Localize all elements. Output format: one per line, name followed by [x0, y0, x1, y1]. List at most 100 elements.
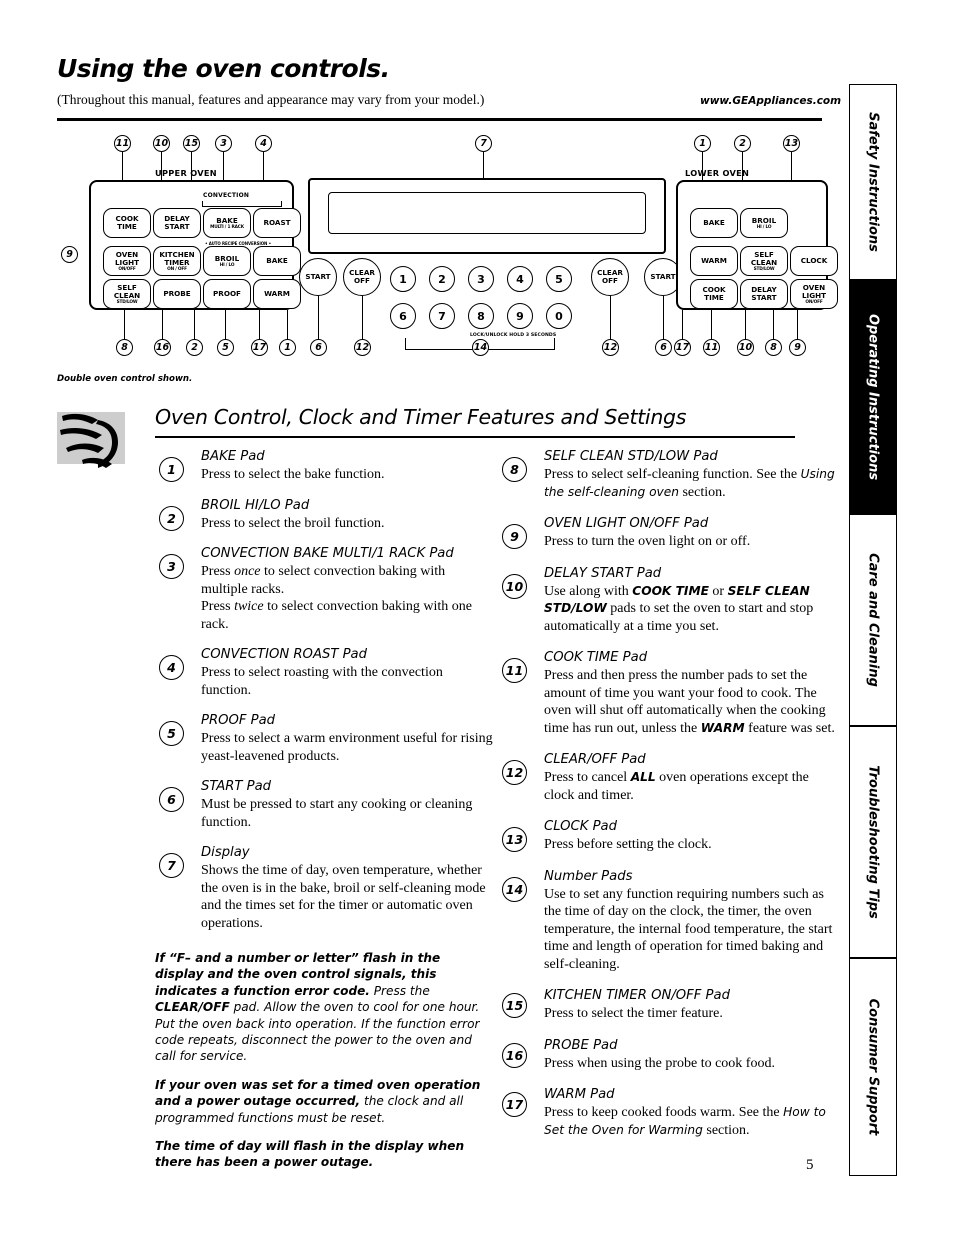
pad-proof[interactable]: PROOF — [203, 279, 251, 309]
pad-convection-bake[interactable]: BAKE MULTI / 1 RACK — [203, 208, 251, 238]
leader-line — [318, 296, 319, 340]
numpad-6[interactable]: 6 — [390, 303, 416, 329]
note-power-outage: If your oven was set for a timed oven op… — [155, 1077, 481, 1125]
feature-title: BROIL HI/LO Pad — [201, 497, 310, 513]
pad-clock[interactable]: CLOCK — [790, 246, 838, 276]
feature-item: 15 KITCHEN TIMER ON/OFF Pad Press to sel… — [498, 987, 838, 1023]
callout-4: 4 — [255, 135, 272, 152]
feature-number: 15 — [502, 993, 527, 1018]
pad-warm[interactable]: WARM — [253, 279, 301, 309]
feature-title: START Pad — [201, 779, 272, 794]
pad-bake-lower[interactable]: BAKE — [690, 208, 738, 238]
section-divider — [155, 436, 795, 438]
tab-troubleshooting-tips[interactable]: Troubleshooting Tips — [849, 726, 897, 958]
feature-text: Press to select the timer feature. — [544, 1006, 723, 1021]
numpad-3[interactable]: 3 — [468, 266, 494, 292]
leader-line — [745, 310, 746, 340]
feature-title: Display — [201, 845, 250, 860]
leader-line — [225, 310, 226, 340]
website-url: www.GEAppliances.com — [700, 95, 842, 107]
callout-11-lower: 11 — [703, 339, 720, 356]
feature-item: 12 CLEAR/OFF Pad Press to cancel ALL ove… — [498, 751, 838, 804]
numpad-1[interactable]: 1 — [390, 266, 416, 292]
tab-operating-instructions[interactable]: Operating Instructions — [849, 280, 897, 514]
tab-consumer-support[interactable]: Consumer Support — [849, 958, 897, 1176]
feature-item: 5 PROOF Pad Press to select a warm envir… — [155, 712, 495, 765]
callout-1-upper: 1 — [279, 339, 296, 356]
pad-probe[interactable]: PROBE — [153, 279, 201, 309]
feature-title: Number Pads — [544, 868, 633, 884]
section-heading: Oven Control, Clock and Timer Features a… — [155, 405, 687, 429]
pointing-hand-icon — [60, 413, 118, 468]
feature-text: Must be pressed to start any cooking or … — [201, 797, 473, 830]
feature-text: Press to select a warm environment usefu… — [201, 731, 493, 764]
feature-item: 14 Number Pads Use to set any function r… — [498, 868, 838, 974]
feature-text: Press to select roasting with the convec… — [201, 665, 443, 698]
pad-delay-start-lower[interactable]: DELAY START — [740, 279, 788, 309]
numpad-0[interactable]: 0 — [546, 303, 572, 329]
feature-item: 2 BROIL HI/LO Pad Press to select the br… — [155, 497, 495, 533]
numpad-8[interactable]: 8 — [468, 303, 494, 329]
feature-number: 1 — [159, 457, 184, 482]
feature-title: DELAY START Pad — [544, 565, 662, 581]
pad-bake[interactable]: BAKE — [253, 246, 301, 276]
feature-number: 8 — [502, 457, 527, 482]
feature-text: Press before setting the clock. — [544, 837, 712, 852]
features-column-left: 1 BAKE Pad Press to select the bake func… — [155, 448, 495, 1183]
feature-text: Press and then press the number pads to … — [544, 668, 835, 736]
pad-oven-light[interactable]: OVEN LIGHT ON/OFF — [103, 246, 151, 276]
numpad-5[interactable]: 5 — [546, 266, 572, 292]
feature-title: PROOF Pad — [201, 713, 276, 728]
tab-safety-instructions[interactable]: Safety Instructions — [849, 84, 897, 280]
numpad-2[interactable]: 2 — [429, 266, 455, 292]
pad-kitchen-timer[interactable]: KITCHEN TIMER ON / OFF — [153, 246, 201, 276]
callout-8-upper: 8 — [116, 339, 133, 356]
feature-number: 17 — [502, 1092, 527, 1117]
numpad-4[interactable]: 4 — [507, 266, 533, 292]
feature-number: 3 — [159, 554, 184, 579]
pad-start-upper[interactable]: START — [299, 258, 337, 296]
oven-display-inner — [328, 192, 646, 234]
tab-care-and-cleaning[interactable]: Care and Cleaning — [849, 514, 897, 726]
callout-5: 5 — [217, 339, 234, 356]
pad-self-clean-lower[interactable]: SELF CLEAN STD/LOW — [740, 246, 788, 276]
pad-warm-lower[interactable]: WARM — [690, 246, 738, 276]
feature-text: Press to turn the oven light on or off. — [544, 534, 751, 549]
pad-delay-start[interactable]: DELAY START — [153, 208, 201, 238]
numpad-9[interactable]: 9 — [507, 303, 533, 329]
feature-item: 6 START Pad Must be pressed to start any… — [155, 778, 495, 831]
feature-item: 11 COOK TIME Pad Press and then press th… — [498, 649, 838, 737]
leader-line — [124, 310, 125, 340]
feature-title: OVEN LIGHT ON/OFF Pad — [544, 516, 709, 531]
callout-1-lower: 1 — [694, 135, 711, 152]
pad-clear-off-upper[interactable]: CLEAR OFF — [343, 258, 381, 296]
leader-line — [287, 310, 288, 340]
pad-broil-hi-lo-lower[interactable]: BROIL HI / LO — [740, 208, 788, 238]
pad-clear-off-lower[interactable]: CLEAR OFF — [591, 258, 629, 296]
leader-line — [773, 310, 774, 340]
feature-number: 16 — [502, 1042, 527, 1068]
pad-self-clean[interactable]: SELF CLEAN STD/LOW — [103, 279, 151, 309]
feature-number: 12 — [502, 760, 527, 785]
feature-text: Use along with COOK TIME or SELF CLEAN S… — [544, 583, 814, 634]
pad-oven-light-lower[interactable]: OVEN LIGHT ON/OFF — [790, 279, 838, 309]
feature-title: SELF CLEAN STD/LOW Pad — [544, 449, 718, 464]
numpad-7[interactable]: 7 — [429, 303, 455, 329]
feature-title: WARM Pad — [544, 1087, 615, 1102]
pad-cook-time[interactable]: COOK TIME — [103, 208, 151, 238]
callout-12-upper: 12 — [354, 339, 371, 356]
callout-13: 13 — [783, 135, 800, 152]
page-title: Using the oven controls. — [57, 54, 390, 83]
feature-number: 6 — [159, 787, 184, 812]
leader-line — [663, 296, 664, 340]
pad-convection-roast[interactable]: ROAST — [253, 208, 301, 238]
callout-6-lower: 6 — [655, 339, 672, 356]
feature-text: Press to cancel ALL oven operations exce… — [544, 770, 809, 803]
pad-cook-time-lower[interactable]: COOK TIME — [690, 279, 738, 309]
feature-item: 1 BAKE Pad Press to select the bake func… — [155, 448, 495, 484]
feature-number: 13 — [502, 827, 527, 852]
feature-number: 5 — [159, 721, 184, 746]
pad-broil-hi-lo[interactable]: BROIL HI / LO — [203, 246, 251, 276]
callout-12-lower: 12 — [602, 339, 619, 356]
feature-item: 7 Display Shows the time of day, oven te… — [155, 844, 495, 932]
